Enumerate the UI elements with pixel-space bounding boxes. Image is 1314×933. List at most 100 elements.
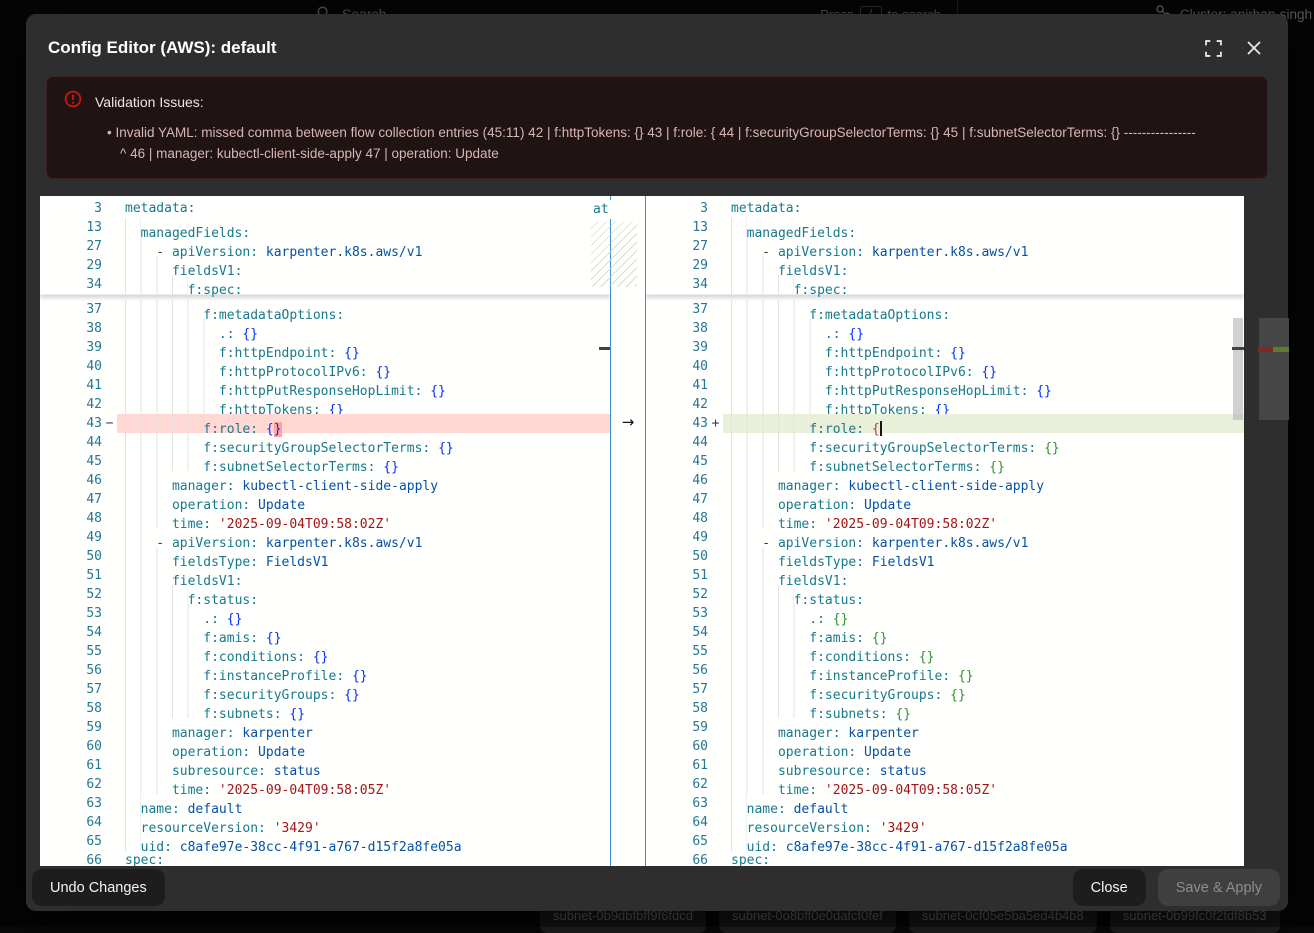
code-line[interactable]: 61subresource: status [646,756,1244,775]
overview-viewport[interactable] [1259,318,1289,420]
yaml-diff-editor[interactable]: 3metadata:13managedFields:27- apiVersion… [40,196,1244,866]
code-line[interactable]: 40f:httpProtocolIPv6: {} [646,357,1244,376]
code-line[interactable]: 65uid: c8afe97e-38cc-4f91-a767-d15f2a8fe… [40,832,610,851]
code-line[interactable]: 59manager: karpenter [646,718,1244,737]
code-text: resourceVersion: '3429' [117,813,610,832]
code-line[interactable]: 47operation: Update [646,490,1244,509]
diff-divider[interactable]: → [610,196,646,866]
sticky-line[interactable]: 13managedFields: [40,218,610,237]
code-line[interactable]: 49- apiVersion: karpenter.k8s.aws/v1 [646,528,1244,547]
diff-sign [102,275,117,294]
scrollbar-slider[interactable] [1233,318,1243,420]
sticky-line[interactable]: 27- apiVersion: karpenter.k8s.aws/v1 [646,237,1244,256]
sticky-line[interactable]: 27- apiVersion: karpenter.k8s.aws/v1 [40,237,610,256]
code-line[interactable]: 52f:status: [40,585,610,604]
diff-sign [708,832,723,851]
code-line[interactable]: 38.: {} [646,319,1244,338]
code-line[interactable]: 46manager: kubectl-client-side-apply [40,471,610,490]
line-number: 47 [40,490,102,509]
editor-scrollbar[interactable] [1232,196,1244,866]
code-line[interactable]: 63name: default [646,794,1244,813]
code-line[interactable]: 55f:conditions: {} [646,642,1244,661]
undo-changes-button[interactable]: Undo Changes [32,869,165,906]
code-line[interactable]: 64resourceVersion: '3429' [40,813,610,832]
sticky-line[interactable]: 29fieldsV1: [646,256,1244,275]
code-line[interactable]: 42f:httpTokens: {} [40,395,610,414]
code-line[interactable]: 48time: '2025-09-04T09:58:02Z' [646,509,1244,528]
code-line[interactable]: 37f:metadataOptions: [40,300,610,319]
code-line[interactable]: 51fieldsV1: [646,566,1244,585]
diff-sign [708,680,723,699]
code-line[interactable]: 47operation: Update [40,490,610,509]
code-line[interactable]: 45f:subnetSelectorTerms: {} [40,452,610,471]
close-footer-button[interactable]: Close [1073,869,1146,906]
sticky-line[interactable]: 29fieldsV1: [40,256,610,275]
code-text: f:instanceProfile: {} [117,661,610,680]
code-line[interactable]: 39f:httpEndpoint: {} [646,338,1244,357]
code-line[interactable]: 57f:securityGroups: {} [40,680,610,699]
code-line[interactable]: 41f:httpPutResponseHopLimit: {} [646,376,1244,395]
modified-pane[interactable]: 3metadata:13managedFields:27- apiVersion… [646,196,1244,866]
code-line[interactable]: 56f:instanceProfile: {} [40,661,610,680]
code-line[interactable]: 39f:httpEndpoint: {} [40,338,610,357]
diff-sign [102,471,117,490]
code-line[interactable]: 60operation: Update [40,737,610,756]
code-line[interactable]: 50fieldsType: FieldsV1 [40,547,610,566]
sticky-line[interactable]: 3metadata: [40,199,610,218]
diff-sign [708,218,723,237]
code-line[interactable]: 46manager: kubectl-client-side-apply [646,471,1244,490]
code-line[interactable]: 42f:httpTokens: {} [646,395,1244,414]
code-line[interactable]: 63name: default [40,794,610,813]
line-number: 40 [646,357,708,376]
code-line[interactable]: 66spec: [40,851,610,866]
code-line[interactable]: 57f:securityGroups: {} [646,680,1244,699]
code-line[interactable]: 43+f:role: { [646,414,1244,433]
code-line[interactable]: 51fieldsV1: [40,566,610,585]
code-line[interactable]: 44f:securityGroupSelectorTerms: {} [646,433,1244,452]
code-line[interactable]: 65uid: c8afe97e-38cc-4f91-a767-d15f2a8fe… [646,832,1244,851]
code-line[interactable]: 59manager: karpenter [40,718,610,737]
sticky-line[interactable]: 3metadata: [646,199,1244,218]
code-line[interactable]: 54f:amis: {} [646,623,1244,642]
original-pane[interactable]: 3metadata:13managedFields:27- apiVersion… [40,196,610,866]
code-line[interactable]: 55f:conditions: {} [40,642,610,661]
code-line[interactable]: 52f:status: [646,585,1244,604]
code-line[interactable]: 50fieldsType: FieldsV1 [646,547,1244,566]
code-line[interactable]: 58f:subnets: {} [40,699,610,718]
diff-sign [708,471,723,490]
code-line[interactable]: 66spec: [646,851,1244,866]
code-line[interactable]: 54f:amis: {} [40,623,610,642]
code-line[interactable]: 62time: '2025-09-04T09:58:05Z' [646,775,1244,794]
sticky-line[interactable]: 13managedFields: [646,218,1244,237]
code-line[interactable]: 53.: {} [646,604,1244,623]
code-line[interactable]: 60operation: Update [646,737,1244,756]
code-line[interactable]: 37f:metadataOptions: [646,300,1244,319]
code-line[interactable]: 62time: '2025-09-04T09:58:05Z' [40,775,610,794]
code-line[interactable]: 58f:subnets: {} [646,699,1244,718]
sticky-line[interactable]: 34f:spec: [40,275,610,294]
save-apply-button[interactable]: Save & Apply [1158,869,1280,906]
diff-overview-ruler[interactable] [1258,196,1289,866]
code-line[interactable]: 45f:subnetSelectorTerms: {} [646,452,1244,471]
code-line[interactable]: 53.: {} [40,604,610,623]
code-line[interactable]: 43−f:role: {} [40,414,610,433]
diff-sign [102,433,117,452]
code-line[interactable]: 49- apiVersion: karpenter.k8s.aws/v1 [40,528,610,547]
code-line[interactable]: 41f:httpPutResponseHopLimit: {} [40,376,610,395]
revert-change-arrow[interactable]: → [611,413,645,432]
diff-sign [708,813,723,832]
sticky-line[interactable]: 34f:spec: [646,275,1244,294]
diff-sign [708,319,723,338]
code-text: spec: [723,851,1244,866]
code-line[interactable]: 56f:instanceProfile: {} [646,661,1244,680]
expand-button[interactable] [1205,40,1222,57]
line-number: 34 [646,275,708,294]
close-button[interactable] [1246,40,1262,56]
code-line[interactable]: 48time: '2025-09-04T09:58:02Z' [40,509,610,528]
code-line[interactable]: 40f:httpProtocolIPv6: {} [40,357,610,376]
code-line[interactable]: 61subresource: status [40,756,610,775]
code-line[interactable]: 64resourceVersion: '3429' [646,813,1244,832]
code-line[interactable]: 38.: {} [40,319,610,338]
code-text: f:subnets: {} [723,699,1244,718]
code-line[interactable]: 44f:securityGroupSelectorTerms: {} [40,433,610,452]
